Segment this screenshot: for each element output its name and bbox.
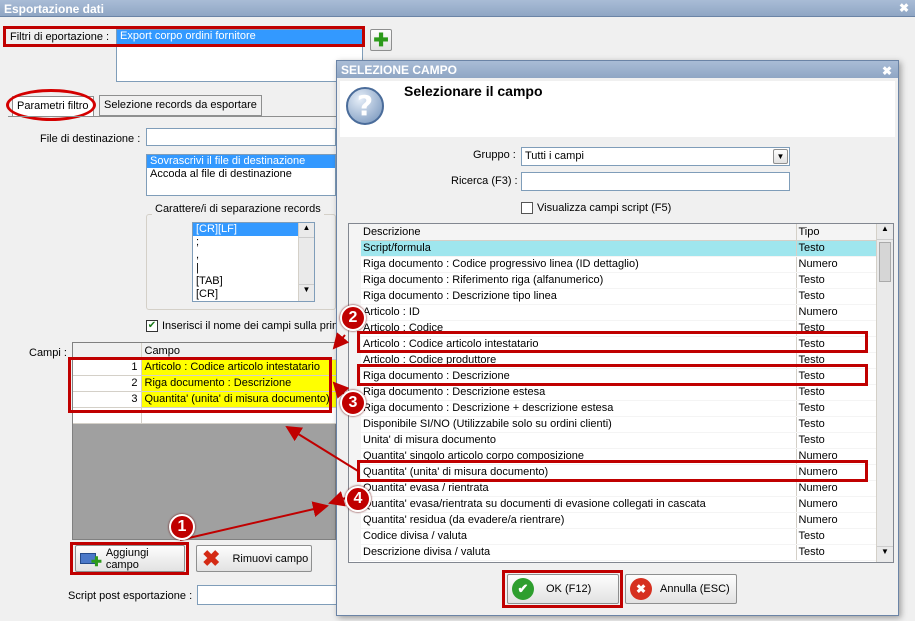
annotation-arrows [179, 332, 359, 541]
annotation-number: 3 [340, 390, 366, 416]
arrow-2 [332, 332, 350, 350]
annotation-number: 1 [169, 514, 195, 540]
annotation-number: 2 [340, 305, 366, 331]
arrow-4a [285, 425, 359, 472]
arrow-1 [179, 501, 329, 541]
annotation-number: 4 [345, 486, 371, 512]
